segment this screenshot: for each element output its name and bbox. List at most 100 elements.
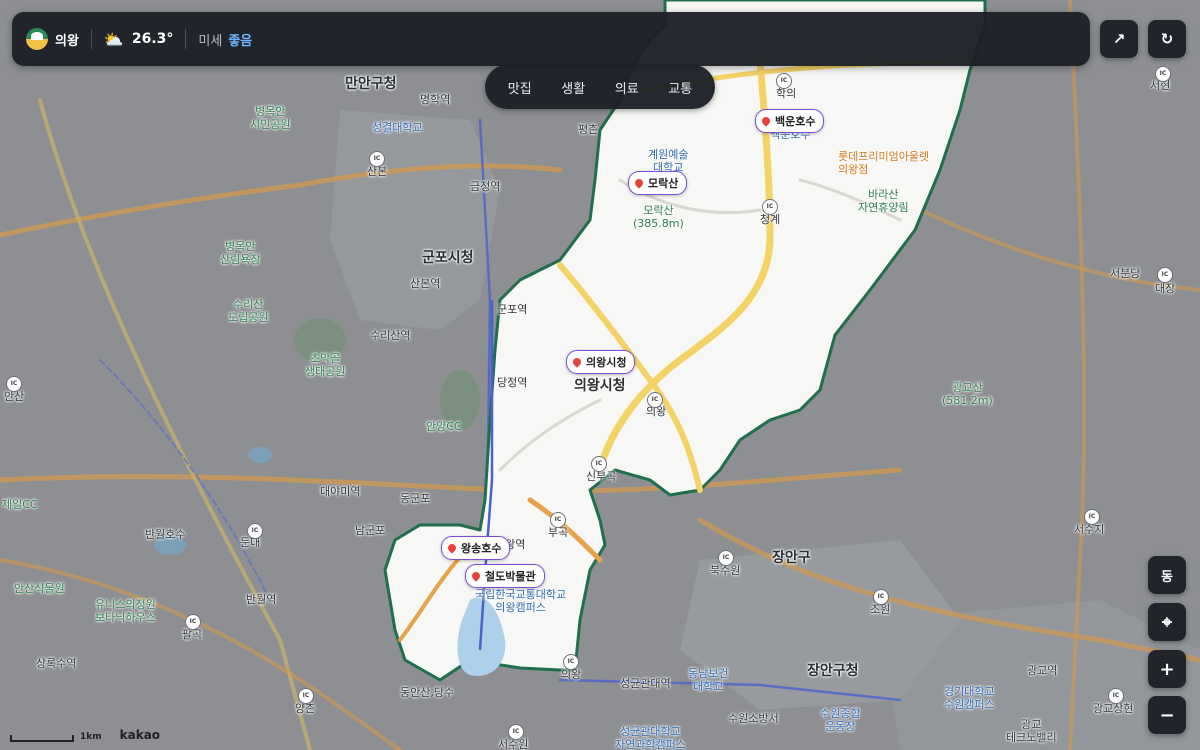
label-sungkyunkwan-stn: 성균관대역 [620,677,671,690]
label-dongnam: 동남보건 대학교 [688,667,729,694]
poi-label: 모락산 [648,177,679,190]
poi-label: 백운호수 [775,115,816,128]
label-jangan-office: 장안구청 [807,663,859,679]
label-knut: 국립한국교통대학교 의왕캠퍼스 [475,588,567,615]
label-unis: 유니스의정원 보타닉하우스 [95,598,156,625]
label-gwanggyo-stn: 광교역 [1027,664,1058,677]
label-suwon-sports: 수원종합 운동장 [820,707,861,734]
zoom-in-button[interactable]: + [1148,650,1186,688]
dust-status: 좋음 [228,33,253,49]
label-banwol-stn: 반월역 [246,593,277,606]
scale-text: 1km [80,732,102,742]
label-dangjeong: 당정역 [497,376,528,389]
label-kyonggi: 경기대학교 수원캠퍼스 [944,685,995,712]
label-singok: 신부곡 [586,470,617,483]
ic-badge: IC [591,456,607,472]
ic-badge: IC [550,512,566,528]
locate-button[interactable]: ⌖ [1148,603,1186,641]
label-sanbon-stn: 산본역 [410,277,441,290]
ic-badge: IC [1084,509,1100,525]
map-pin-icon [633,177,645,189]
label-anyang-cc: 안양CC [426,420,462,433]
label-geumjeong: 금정역 [470,180,501,193]
divider [185,29,187,49]
label-daeyami: 대야미역 [320,485,361,498]
crosshair-icon: ⌖ [1161,611,1173,633]
poi-morak-mountain[interactable]: 모락산 [628,171,688,195]
category-restaurants[interactable]: 맛집 [502,74,538,101]
plus-icon: + [1159,658,1175,680]
ic-badge: IC [298,688,314,704]
ic-badge: IC [185,614,201,630]
ic-badge: IC [718,550,734,566]
label-pyeongchon: 평촌 [578,123,599,136]
category-transport[interactable]: 교통 [662,74,698,101]
poi-railway-museum[interactable]: 철도박물관 [465,564,545,588]
label-gunpo-city: 군포시청 [422,250,474,266]
map-pin-icon [760,115,772,127]
arrow-up-right-icon: ↗ [1112,30,1126,48]
minus-icon: − [1159,704,1175,726]
poi-uiwang-cityhall[interactable]: 의왕시청 [566,350,636,374]
label-jangan-gu: 장안구 [772,550,811,566]
ic-badge: IC [873,589,889,605]
label-ansan-garden: 안산식물원 [14,582,65,595]
map-pin-icon [446,542,458,554]
share-button[interactable]: ↗ [1100,20,1138,58]
category-bar: 맛집 생활 의료 교통 [485,65,715,109]
poi-label: 철도박물관 [485,570,536,583]
refresh-button[interactable]: ↻ [1148,20,1186,58]
poi-label: 왕송호수 [461,542,502,555]
label-seodun: 서수원 [498,738,529,750]
ic-badge: IC [247,523,263,539]
region-emblem-icon [26,28,48,50]
refresh-icon: ↻ [1160,30,1174,48]
top-info-bar: 의왕 ⛅ 26.3° 미세 좋음 [12,12,1090,66]
label-chomak: 초막골 생태공원 [305,352,346,379]
category-medical[interactable]: 의료 [609,74,645,101]
region-name[interactable]: 의왕 [55,30,79,49]
label-uiwang-city: 의왕시청 [574,378,626,394]
scale-line [10,735,74,742]
ic-badge: IC [508,724,524,740]
label-byeongmokan-forest: 병목안 산림욕장 [220,240,261,267]
poi-baegun-lake[interactable]: 백운호수 [755,109,825,133]
map-canvas[interactable] [0,0,1200,750]
dust-label: 미세 [198,33,223,49]
poi-wangsong-lake[interactable]: 왕송호수 [441,536,511,560]
label-myeonghak: 명학역 [420,93,451,106]
label-gwanggyo-mt: 광교산 (581.2m) [942,381,993,408]
category-living[interactable]: 생활 [555,74,591,101]
ic-badge: IC [762,199,778,215]
ic-badge: IC [1157,267,1173,283]
label-surisan: 수리산 도립공원 [228,298,269,325]
label-namgunpo: 남군포 [355,524,386,537]
label-seobundang: 서분당 [1110,267,1141,280]
ic-badge: IC [1155,66,1171,82]
label-lotte-outlet: 롯데프리미엄아울렛 의왕점 [838,150,930,177]
label-gwanggyo-tv: 광교 테크노밸리 [1006,718,1057,745]
poi-label: 의왕시청 [586,356,627,369]
ic-badge: IC [563,654,579,670]
ic-badge: IC [6,376,22,392]
map-pin-icon [470,570,482,582]
label-sangnoksu: 상록수역 [36,657,77,670]
kakao-logo: kakao [119,728,161,742]
zoom-out-button[interactable]: − [1148,696,1186,734]
label-daejang: 대장 [1155,282,1176,295]
label-skku: 성균관대학교 자연과학캠퍼스 [615,725,686,750]
label-barasan: 바라산 자연휴양림 [858,188,909,215]
ic-badge: IC [776,73,792,89]
map-app: 만안구청 명학역 성결대학교 병목안 시민공원 산본 금정역 군포시청 병목안 … [0,0,1200,750]
label-banwol-lake: 반월호수 [145,528,186,541]
label-seosuji: 서수지 [1074,523,1105,536]
label-byeongmokan-park: 병목안 시민공원 [250,105,291,132]
ic-badge: IC [369,151,385,167]
ic-badge: IC [1108,688,1124,704]
cloud-sun-icon: ⛅ [103,29,124,49]
ic-badge: IC [647,392,663,408]
direction-label: 동 [1161,569,1173,585]
label-sungkyul: 성결대학교 [372,121,423,134]
label-gwanggyo-up: 광교상현 [1093,702,1134,715]
direction-button[interactable]: 동 [1148,556,1186,594]
